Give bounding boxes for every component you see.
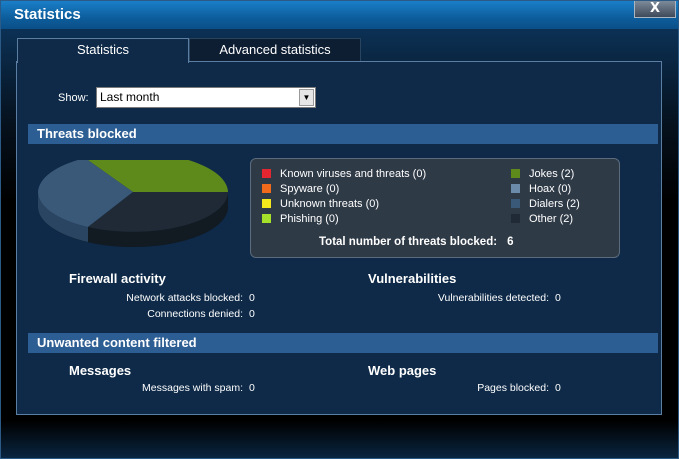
statistics-window: Statistics X Statistics Advanced statist… <box>0 0 679 459</box>
vulnerabilities-detected-value: 0 <box>555 292 561 304</box>
total-threats: Total number of threats blocked: 6 <box>319 236 513 248</box>
chevron-down-icon[interactable]: ▼ <box>299 89 314 106</box>
show-label: Show: <box>58 92 89 104</box>
network-attacks-value: 0 <box>249 292 255 304</box>
vulnerabilities-title: Vulnerabilities <box>368 271 457 286</box>
title-bar[interactable]: Statistics X <box>1 1 678 29</box>
legend-swatch <box>262 199 271 208</box>
legend-swatch <box>511 169 520 178</box>
vulnerabilities-detected-label: Vulnerabilities detected: <box>437 292 549 304</box>
messages-title: Messages <box>69 363 132 378</box>
unwanted-content-header: Unwanted content filtered <box>28 333 658 353</box>
period-select-value: Last month <box>100 90 160 104</box>
threats-pie-chart <box>38 160 228 247</box>
legend-swatch <box>262 169 271 178</box>
statistics-panel: Show: Last month ▼ Threats blocked Known… <box>16 61 662 415</box>
web-pages-title: Web pages <box>368 363 437 378</box>
tab-advanced-statistics[interactable]: Advanced statistics <box>189 38 361 62</box>
firewall-activity-title: Firewall activity <box>69 271 166 286</box>
legend-swatch <box>262 214 271 223</box>
legend-swatch <box>511 184 520 193</box>
legend-swatch <box>511 199 520 208</box>
legend-swatch <box>262 184 271 193</box>
window-title: Statistics <box>14 6 81 23</box>
total-threats-label: Total number of threats blocked: <box>319 236 498 248</box>
connections-denied-value: 0 <box>249 308 255 320</box>
tab-statistics[interactable]: Statistics <box>17 38 189 63</box>
threats-blocked-header: Threats blocked <box>28 124 658 144</box>
network-attacks-label: Network attacks blocked: <box>126 292 243 304</box>
legend-swatch <box>511 214 520 223</box>
pages-blocked-label: Pages blocked: <box>477 382 549 394</box>
messages-spam-label: Messages with spam: <box>142 382 243 394</box>
close-button[interactable]: X <box>634 1 676 18</box>
connections-denied-label: Connections denied: <box>147 308 243 320</box>
period-select[interactable]: Last month ▼ <box>96 87 316 108</box>
pages-blocked-value: 0 <box>555 382 561 394</box>
total-threats-value: 6 <box>507 236 514 248</box>
threats-legend: Known viruses and threats (0) Spyware (0… <box>250 158 620 258</box>
messages-spam-value: 0 <box>249 382 255 394</box>
